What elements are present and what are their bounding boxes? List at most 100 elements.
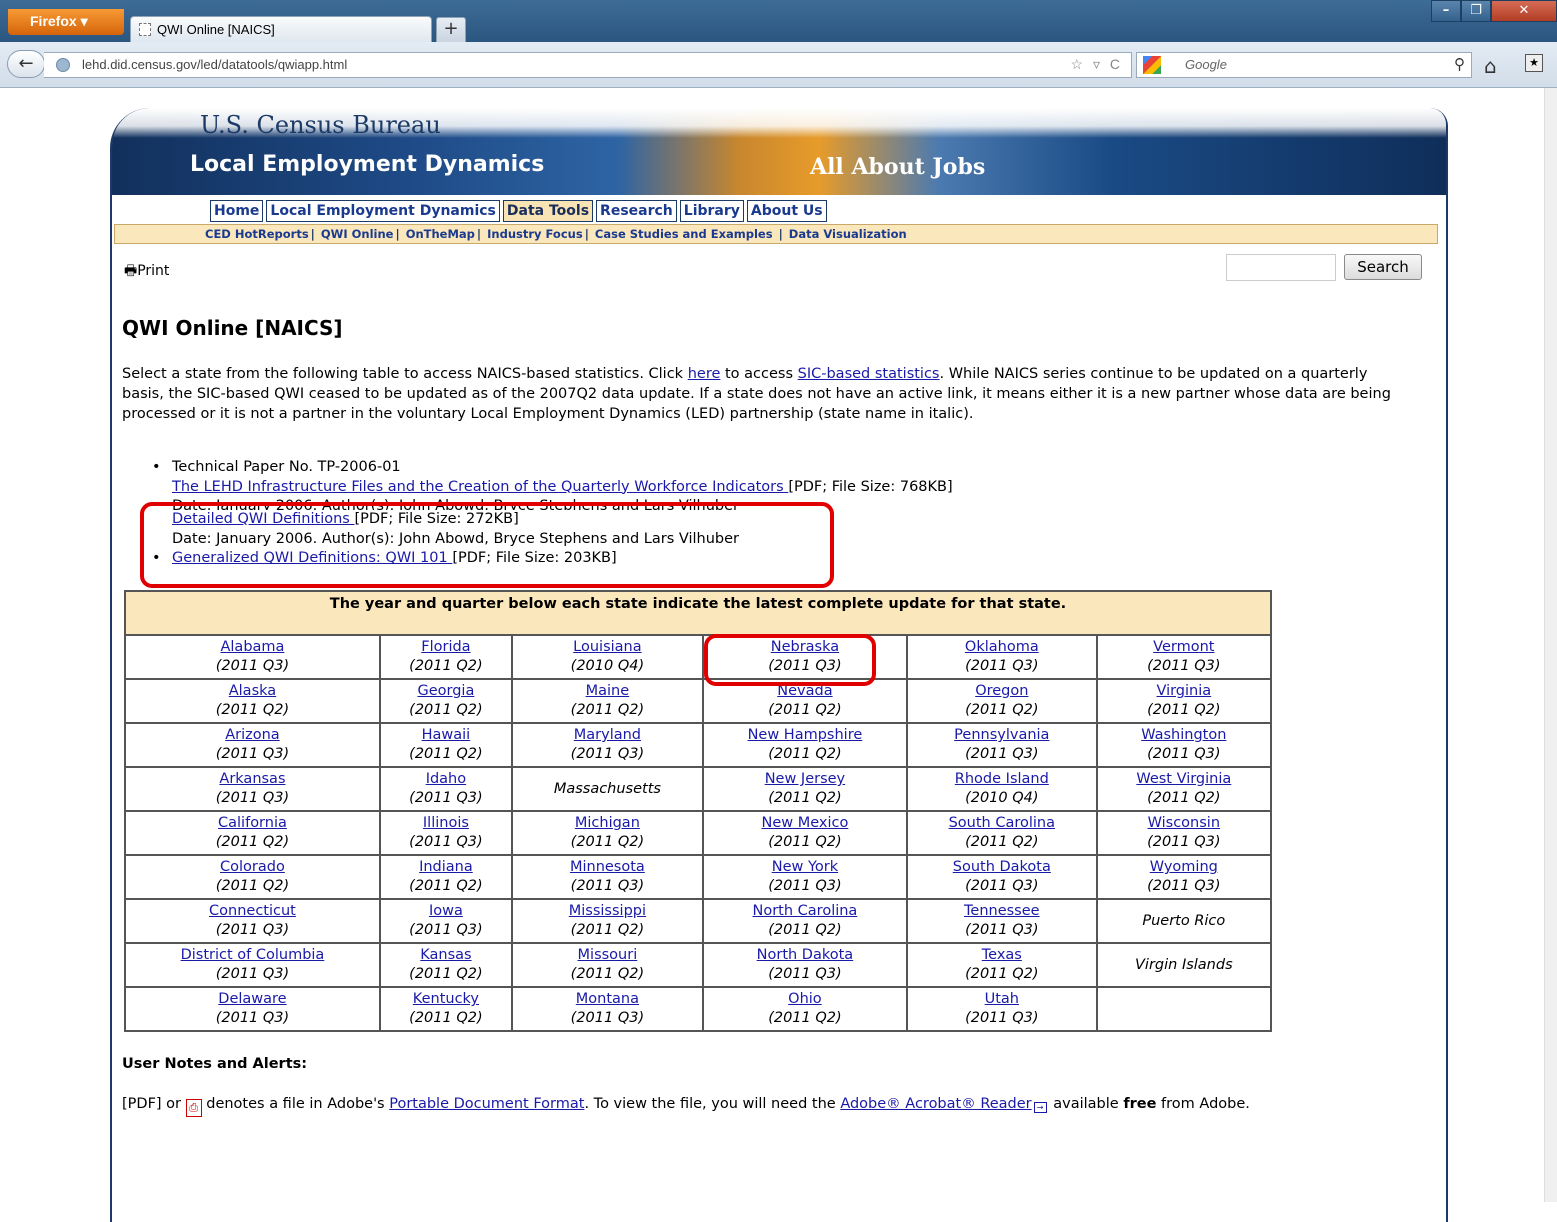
close-icon[interactable]: ✕ (1491, 0, 1557, 22)
firefox-menu-button[interactable]: Firefox ▾ (8, 9, 124, 35)
state-link[interactable]: Arkansas (219, 771, 285, 787)
state-link[interactable]: Hawaii (422, 727, 471, 743)
subnav-onthemap[interactable]: OnTheMap (406, 227, 475, 241)
state-link[interactable]: Rhode Island (955, 771, 1049, 787)
state-link[interactable]: Mississippi (569, 903, 646, 919)
state-link[interactable]: New York (772, 859, 838, 875)
state-link[interactable]: Missouri (578, 947, 638, 963)
state-link[interactable]: Pennsylvania (954, 727, 1049, 743)
state-link[interactable]: South Dakota (953, 859, 1051, 875)
state-link[interactable]: Kentucky (413, 991, 479, 1007)
nav-research[interactable]: Research (596, 200, 677, 222)
nav-data-tools[interactable]: Data Tools (502, 200, 594, 222)
state-link[interactable]: Wyoming (1150, 859, 1218, 875)
nav-library[interactable]: Library (679, 200, 744, 222)
sic-link[interactable]: SIC-based statistics (798, 366, 940, 382)
state-name-nonpartner: Virgin Islands (1135, 956, 1233, 973)
subnav-ced[interactable]: CED HotReports (205, 227, 309, 241)
state-update-quarter: (2011 Q3) (1147, 658, 1221, 674)
state-link[interactable]: Connecticut (209, 903, 296, 919)
state-name-nonpartner: Massachusetts (553, 780, 661, 797)
vertical-scrollbar[interactable] (1544, 88, 1557, 1202)
site-search-input[interactable] (1226, 254, 1336, 281)
state-link[interactable]: Illinois (423, 815, 469, 831)
state-link[interactable]: Utah (985, 991, 1019, 1007)
state-cell: Kansas (2011 Q2) (378, 942, 513, 988)
state-link[interactable]: Maryland (574, 727, 641, 743)
state-cell: New Hampshire (2011 Q2) (701, 722, 908, 768)
state-link[interactable]: New Jersey (765, 771, 845, 787)
state-cell: California (2011 Q2) (124, 810, 381, 856)
state-link[interactable]: New Mexico (761, 815, 848, 831)
state-update-quarter: (2011 Q3) (965, 878, 1039, 894)
state-update-quarter: (2011 Q3) (1147, 878, 1221, 894)
state-link[interactable]: Indiana (419, 859, 473, 875)
home-icon[interactable]: ⌂ (1484, 54, 1497, 78)
state-link[interactable]: Kansas (420, 947, 471, 963)
state-cell: Illinois (2011 Q3) (378, 810, 513, 856)
state-link[interactable]: West Virginia (1136, 771, 1231, 787)
state-link[interactable]: California (218, 815, 287, 831)
nav-home[interactable]: Home (210, 200, 264, 222)
state-link[interactable]: Alaska (229, 683, 276, 699)
state-link[interactable]: Oklahoma (965, 639, 1039, 655)
state-link[interactable]: Arizona (225, 727, 279, 743)
state-link[interactable]: Maine (586, 683, 630, 699)
bookmark-star-icon[interactable]: ☆ ▿ C (1071, 56, 1123, 73)
subnav-qwi[interactable]: QWI Online (321, 227, 394, 241)
search-icon[interactable]: ⚲ (1454, 55, 1465, 73)
maximize-icon[interactable]: ❐ (1461, 0, 1491, 22)
url-bar[interactable]: lehd.did.census.gov/led/datatools/qwiapp… (44, 52, 1132, 78)
paper-number: Technical Paper No. TP-2006-01 (172, 459, 401, 475)
state-link[interactable]: Minnesota (570, 859, 645, 875)
state-link[interactable]: Wisconsin (1148, 815, 1220, 831)
bookmarks-icon[interactable]: ★ (1525, 54, 1543, 72)
subnav-case-studies[interactable]: Case Studies and Examples (595, 227, 773, 241)
state-cell: Massachusetts (510, 766, 704, 812)
state-link[interactable]: South Carolina (949, 815, 1055, 831)
state-link[interactable]: Montana (576, 991, 639, 1007)
paper-link[interactable]: The LEHD Infrastructure Files and the Cr… (172, 479, 788, 495)
state-link[interactable]: Alabama (220, 639, 284, 655)
browser-tab[interactable]: QWI Online [NAICS] (130, 16, 432, 42)
state-cell: Virginia (2011 Q2) (1095, 678, 1273, 724)
page-title: QWI Online [NAICS] (122, 316, 343, 340)
acrobat-reader-link[interactable]: Adobe® Acrobat® Reader (840, 1096, 1031, 1112)
pdf-format-link[interactable]: Portable Document Format (389, 1096, 584, 1112)
state-link[interactable]: Michigan (575, 815, 640, 831)
state-link[interactable]: Florida (421, 639, 470, 655)
subnav-dataviz[interactable]: Data Visualization (789, 227, 907, 241)
state-link[interactable]: Idaho (426, 771, 466, 787)
state-link[interactable]: Ohio (788, 991, 822, 1007)
browser-search-input[interactable]: Google ⚲ (1136, 52, 1472, 78)
print-link[interactable]: 🖶Print (124, 260, 169, 284)
new-tab-button[interactable]: + (436, 17, 466, 42)
state-link[interactable]: North Dakota (757, 947, 854, 963)
state-update-quarter: (2011 Q2) (965, 702, 1039, 718)
state-cell: Indiana (2011 Q2) (378, 854, 513, 900)
state-link[interactable]: Oregon (975, 683, 1028, 699)
state-link[interactable]: Colorado (220, 859, 285, 875)
here-link[interactable]: here (688, 366, 721, 382)
nav-led[interactable]: Local Employment Dynamics (266, 200, 500, 222)
state-link[interactable]: Iowa (429, 903, 463, 919)
state-link[interactable]: District of Columbia (181, 947, 325, 963)
state-link[interactable]: Louisiana (573, 639, 641, 655)
search-button[interactable]: Search (1344, 254, 1422, 280)
state-link[interactable]: Texas (982, 947, 1022, 963)
nav-about[interactable]: About Us (746, 200, 827, 222)
subnav-industry[interactable]: Industry Focus (487, 227, 583, 241)
table-row: Connecticut (2011 Q3) Iowa (2011 Q3) Mississ… (124, 898, 1273, 944)
state-link[interactable]: Tennessee (964, 903, 1040, 919)
minimize-icon[interactable]: – (1431, 0, 1461, 22)
state-link[interactable]: Washington (1141, 727, 1226, 743)
state-link[interactable]: Georgia (417, 683, 474, 699)
state-link[interactable]: Vermont (1153, 639, 1214, 655)
state-link[interactable]: Delaware (218, 991, 286, 1007)
state-link[interactable]: New Hampshire (748, 727, 863, 743)
state-link[interactable]: Virginia (1156, 683, 1211, 699)
back-arrow-icon[interactable]: ← (7, 50, 45, 78)
table-row: California (2011 Q2) Illinois (2011 Q3) Mich… (124, 810, 1273, 856)
state-link[interactable]: North Carolina (753, 903, 858, 919)
state-update-quarter: (2011 Q3) (215, 1010, 290, 1026)
